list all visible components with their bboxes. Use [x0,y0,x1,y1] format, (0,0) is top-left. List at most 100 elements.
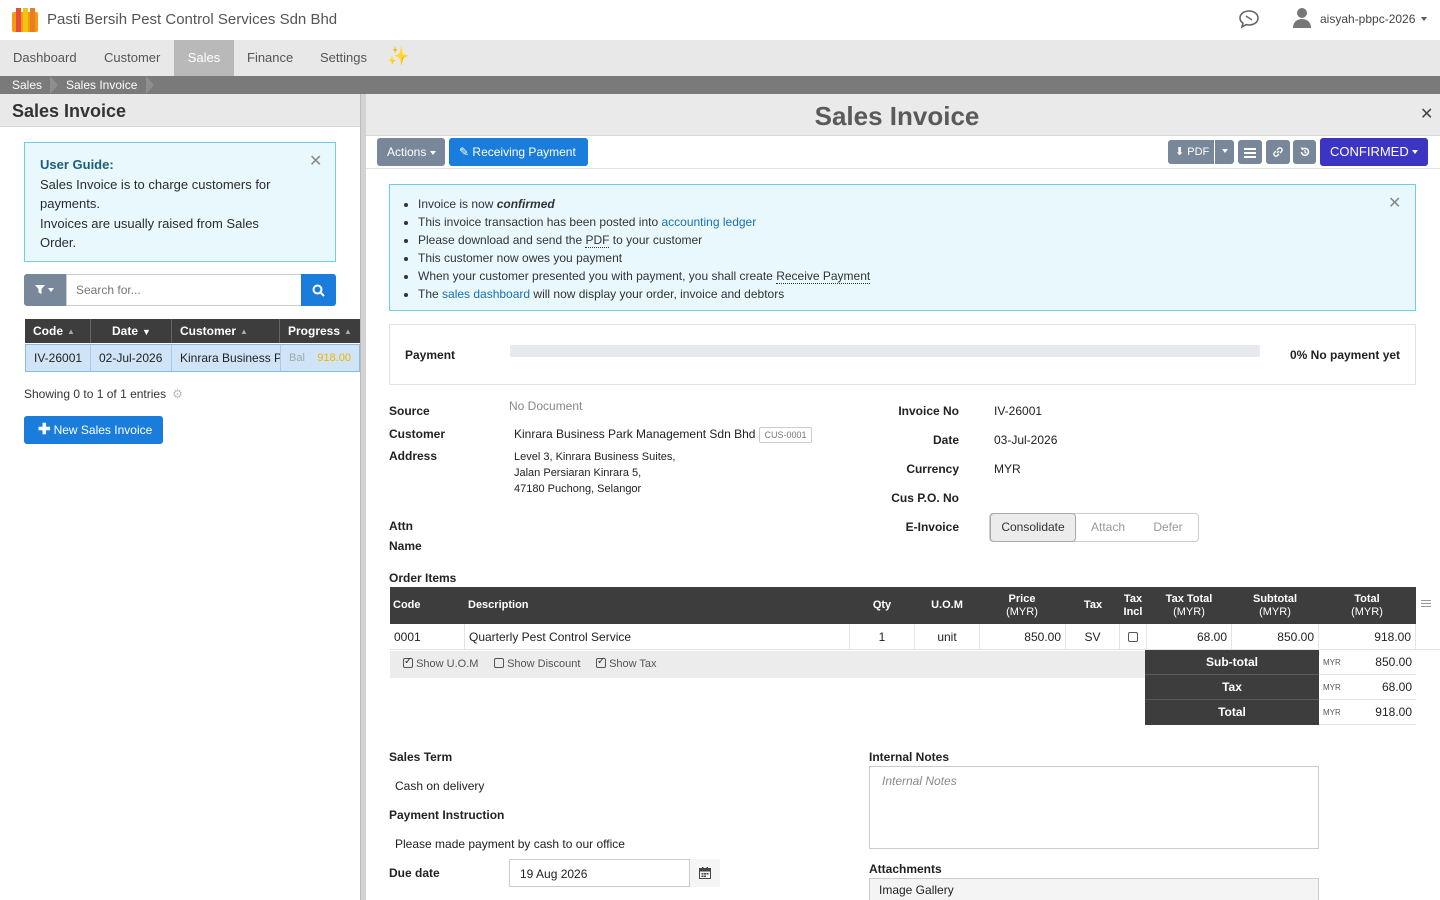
einvoice-attach[interactable]: Attach [1078,514,1138,541]
item-subtotal: 850.00 [1232,624,1319,650]
chevron-down-icon[interactable] [1421,17,1427,21]
close-icon[interactable]: ✕ [1388,196,1401,212]
column-header-price: Price (MYR) [1006,592,1038,618]
pencil-icon: ✎ [459,145,470,159]
user-icon[interactable] [1292,7,1312,29]
item-description[interactable]: Quarterly Pest Control Service [465,624,850,650]
receive-payment-link[interactable]: Receive Payment [776,269,871,284]
sparkle-icon[interactable]: ✨ [387,46,409,67]
pdf-link[interactable]: PDF [585,233,610,248]
internal-notes-field[interactable]: Internal Notes [869,766,1319,849]
row-progress: Bal 918.00 [281,345,359,371]
username[interactable]: aisyah-pbpc-2026 [1320,12,1415,26]
filter-button[interactable] [24,274,66,306]
invoice-list-panel: Sales Invoice User Guide: Sales Invoice … [0,94,362,900]
order-items-label: Order Items [389,571,457,585]
image-gallery[interactable]: Image Gallery [869,878,1319,900]
download-icon: ⬇ [1175,146,1185,158]
einvoice-defer[interactable]: Defer [1138,514,1198,541]
pdf-dropdown[interactable] [1215,140,1234,164]
panel-splitter[interactable] [360,94,366,900]
history-button[interactable] [1293,140,1316,164]
list-icon [1244,148,1256,158]
source-value[interactable]: No Document [509,399,582,413]
column-header-customer[interactable]: Customer ▲ [172,319,280,343]
payment-progress-bar [510,345,1260,357]
search-button[interactable] [301,274,336,306]
chevron-down-icon [1221,148,1228,153]
breadcrumb-separator [146,76,154,94]
close-icon[interactable]: ✕ [309,154,322,170]
user-guide-title: User Guide: [40,157,114,172]
nav-dashboard[interactable]: Dashboard [0,40,90,76]
show-discount-checkbox[interactable] [494,658,504,669]
notice-item: Invoice is now confirmed [418,195,1415,213]
nav-customer[interactable]: Customer [91,40,173,76]
balance-amount: 918.00 [317,352,351,364]
pdf-button[interactable]: ⬇ PDF [1168,140,1214,164]
row-code: IV-26001 [26,345,91,371]
notice-item: This invoice transaction has been posted… [418,213,1415,231]
customer-code-badge: CUS-0001 [759,427,812,443]
logo-icon[interactable] [12,8,38,32]
show-uom-option[interactable]: Show U.O.M [403,656,478,670]
table-row[interactable]: IV-26001 02-Jul-2026 Kinrara Business Pa… [25,344,360,372]
plus-icon: ✚ [38,421,51,438]
payment-progress: Payment 0% No payment yet [389,324,1416,385]
item-code[interactable]: 0001 [390,624,465,650]
sales-dashboard-link[interactable]: sales dashboard [442,287,530,301]
close-icon[interactable]: ✕ [1420,104,1433,124]
customer-value[interactable]: Kinrara Business Park Management Sdn Bhd… [514,427,812,443]
show-uom-checkbox[interactable] [403,656,413,669]
history-icon [1300,147,1309,157]
tax-incl-checkbox[interactable] [1128,631,1138,642]
receiving-payment-button[interactable]: ✎ Receiving Payment [449,138,588,166]
payment-instruction-value[interactable]: Please made payment by cash to our offic… [395,837,625,851]
item-tax-total: 68.00 [1147,624,1232,650]
table-row[interactable]: 0001 Quarterly Pest Control Service 1 un… [390,624,1440,650]
column-header-progress[interactable]: Progress ▲ [280,319,360,343]
column-header-date[interactable]: Date ▼ [91,319,172,343]
breadcrumb-sales[interactable]: Sales [12,76,42,94]
calendar-button[interactable] [689,859,720,887]
date-value[interactable]: 03-Jul-2026 [994,433,1057,447]
link-button[interactable] [1266,140,1290,164]
item-uom[interactable]: unit [915,624,980,650]
accounting-ledger-link[interactable]: accounting ledger [661,215,756,229]
gear-icon[interactable]: ⚙ [172,387,183,401]
nav-settings[interactable]: Settings [307,40,380,76]
item-qty[interactable]: 1 [850,624,915,650]
item-price[interactable]: 850.00 [980,624,1066,650]
order-items-header: Code Description Qty U.O.M Price (MYR) Ta… [390,587,1416,624]
column-header-code[interactable]: Code ▲ [25,319,91,343]
payment-status: 0% No payment yet [1290,348,1401,362]
address-value: Level 3, Kinrara Business Suites, Jalan … [514,451,676,495]
drag-handle-icon[interactable] [1421,600,1431,609]
notice-item: The sales dashboard will now display you… [418,285,1415,303]
new-sales-invoice-button[interactable]: ✚ New Sales Invoice [24,416,163,444]
tax-total-label: Tax [1145,675,1319,700]
actions-button[interactable]: Actions [377,138,445,166]
column-header-description: Description [468,599,529,611]
status-dropdown[interactable]: CONFIRMED [1320,138,1428,166]
invoice-no-label: Invoice No [898,404,959,418]
item-tax[interactable]: SV [1066,624,1120,650]
item-tax-incl[interactable] [1120,624,1147,650]
subtotal-label: Sub-total [1145,650,1319,675]
nav-finance[interactable]: Finance [234,40,306,76]
chevron-down-icon [1412,150,1418,154]
list-view-button[interactable] [1238,140,1262,164]
sales-term-value[interactable]: Cash on delivery [395,779,484,793]
search-input[interactable] [66,274,302,306]
nav-sales[interactable]: Sales [174,40,234,76]
chat-icon[interactable] [1238,9,1260,29]
show-tax-option[interactable]: Show Tax [596,656,657,670]
source-label: Source [389,404,430,418]
show-discount-option[interactable]: Show Discount [494,658,580,670]
due-date-field[interactable]: 19 Aug 2026 [509,859,720,887]
einvoice-consolidate[interactable]: Consolidate [990,513,1076,542]
column-header-qty: Qty [872,599,892,611]
attn-name-label: Attn Name [389,519,422,553]
show-tax-checkbox[interactable] [596,656,606,669]
breadcrumb-sales-invoice[interactable]: Sales Invoice [66,76,137,94]
